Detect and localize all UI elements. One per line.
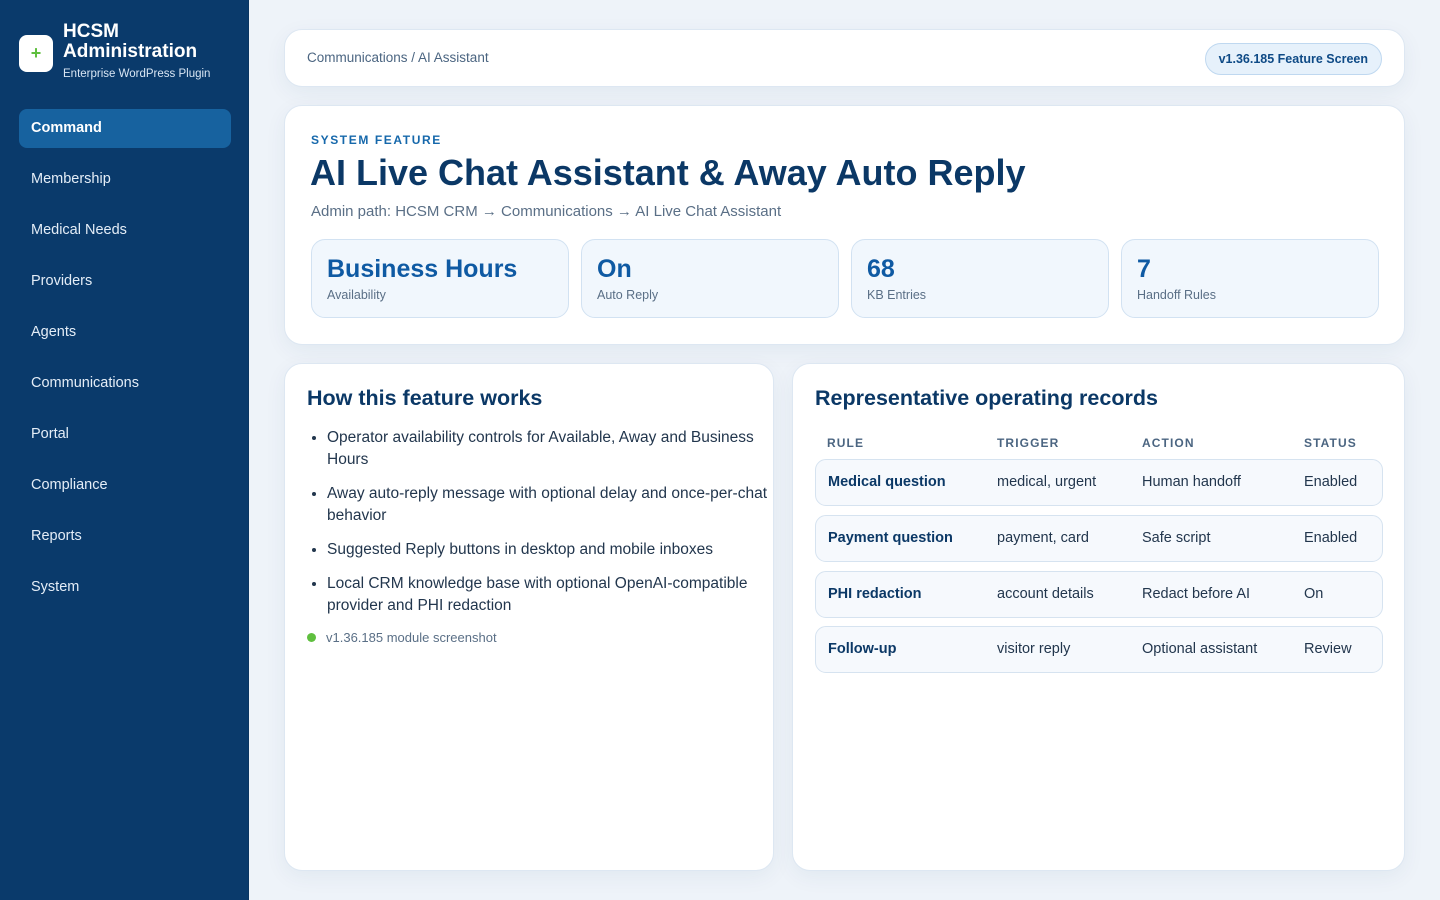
cell-rule: Follow-up xyxy=(828,641,897,657)
cell-action: Safe script xyxy=(1142,530,1211,546)
eyebrow-label: SYSTEM FEATURE xyxy=(311,133,442,147)
sidebar-item-medical-needs[interactable]: Medical Needs xyxy=(19,211,231,250)
brand-title: HCSM Administration xyxy=(63,21,198,62)
cell-rule: PHI redaction xyxy=(828,586,922,602)
cell-action: Redact before AI xyxy=(1142,586,1251,602)
top-bar: Communications / AI Assistant v1.36.185 … xyxy=(284,29,1405,87)
sidebar-item-membership[interactable]: Membership xyxy=(19,160,231,199)
table-row[interactable]: Medical question medical, urgent Human h… xyxy=(815,459,1383,506)
sidebar-nav: Command Membership Medical Needs Provide… xyxy=(19,109,231,619)
stat-label: Availability xyxy=(327,288,386,302)
stat-card-kb-entries: 68 KB Entries xyxy=(851,239,1109,318)
sidebar-item-command[interactable]: Command xyxy=(19,109,231,148)
cell-trigger: account details xyxy=(997,586,1094,602)
cell-trigger: visitor reply xyxy=(997,641,1071,657)
cell-status: Review xyxy=(1304,641,1352,657)
operating-records-card: Representative operating records RULE TR… xyxy=(792,363,1405,871)
stat-value: Business Hours xyxy=(327,255,518,283)
cell-trigger: medical, urgent xyxy=(997,474,1097,490)
admin-path: Admin path: HCSM CRM → Communications → … xyxy=(311,203,782,220)
column-header-rule: RULE xyxy=(827,436,865,450)
cell-rule: Medical question xyxy=(828,474,946,490)
stat-value: 68 xyxy=(867,255,895,283)
plus-logo-icon: + xyxy=(19,35,53,72)
page-title: AI Live Chat Assistant & Away Auto Reply xyxy=(310,152,1026,193)
list-item: Operator availability controls for Avail… xyxy=(327,427,767,471)
cell-status: Enabled xyxy=(1304,530,1358,546)
breadcrumb[interactable]: Communications / AI Assistant xyxy=(307,50,489,65)
column-header-action: ACTION xyxy=(1142,436,1195,450)
stat-value: On xyxy=(597,255,632,283)
sidebar: + HCSM Administration Enterprise WordPre… xyxy=(0,0,249,900)
module-note-text: v1.36.185 module screenshot xyxy=(326,630,497,645)
column-header-status: STATUS xyxy=(1304,436,1357,450)
records-title: Representative operating records xyxy=(815,386,1158,410)
cell-action: Human handoff xyxy=(1142,474,1241,490)
sidebar-item-reports[interactable]: Reports xyxy=(19,517,231,556)
cell-status: Enabled xyxy=(1304,474,1358,490)
sidebar-item-communications[interactable]: Communications xyxy=(19,364,231,403)
module-note: v1.36.185 module screenshot xyxy=(307,630,497,645)
list-item: Away auto-reply message with optional de… xyxy=(327,483,767,527)
column-header-trigger: TRIGGER xyxy=(997,436,1060,450)
sidebar-item-portal[interactable]: Portal xyxy=(19,415,231,454)
table-row[interactable]: PHI redaction account details Redact bef… xyxy=(815,571,1383,618)
sidebar-item-system[interactable]: System xyxy=(19,568,231,607)
brand-subtitle: Enterprise WordPress Plugin xyxy=(63,68,211,80)
cell-status: On xyxy=(1304,586,1324,602)
feature-list: Operator availability controls for Avail… xyxy=(327,427,767,629)
stat-card-availability: Business Hours Availability xyxy=(311,239,569,318)
sidebar-item-providers[interactable]: Providers xyxy=(19,262,231,301)
sidebar-item-compliance[interactable]: Compliance xyxy=(19,466,231,505)
list-item: Local CRM knowledge base with optional O… xyxy=(327,573,767,617)
cell-rule: Payment question xyxy=(828,530,953,546)
how-it-works-title: How this feature works xyxy=(307,386,543,410)
table-row[interactable]: Follow-up visitor reply Optional assista… xyxy=(815,626,1383,673)
stat-label: Handoff Rules xyxy=(1137,288,1216,302)
stat-label: KB Entries xyxy=(867,288,927,302)
stat-card-handoff-rules: 7 Handoff Rules xyxy=(1121,239,1379,318)
table-header: RULE TRIGGER ACTION STATUS xyxy=(827,436,1387,452)
stat-value: 7 xyxy=(1137,255,1151,283)
status-dot-icon xyxy=(307,633,316,642)
cell-trigger: payment, card xyxy=(997,530,1089,546)
cell-action: Optional assistant xyxy=(1142,641,1258,657)
stat-card-auto-reply: On Auto Reply xyxy=(581,239,839,318)
how-it-works-card: How this feature works Operator availabi… xyxy=(284,363,774,871)
table-row[interactable]: Payment question payment, card Safe scri… xyxy=(815,515,1383,562)
feature-hero: SYSTEM FEATURE AI Live Chat Assistant & … xyxy=(284,105,1405,345)
sidebar-item-agents[interactable]: Agents xyxy=(19,313,231,352)
stat-label: Auto Reply xyxy=(597,288,659,302)
list-item: Suggested Reply buttons in desktop and m… xyxy=(327,539,767,561)
version-badge: v1.36.185 Feature Screen xyxy=(1204,43,1382,75)
